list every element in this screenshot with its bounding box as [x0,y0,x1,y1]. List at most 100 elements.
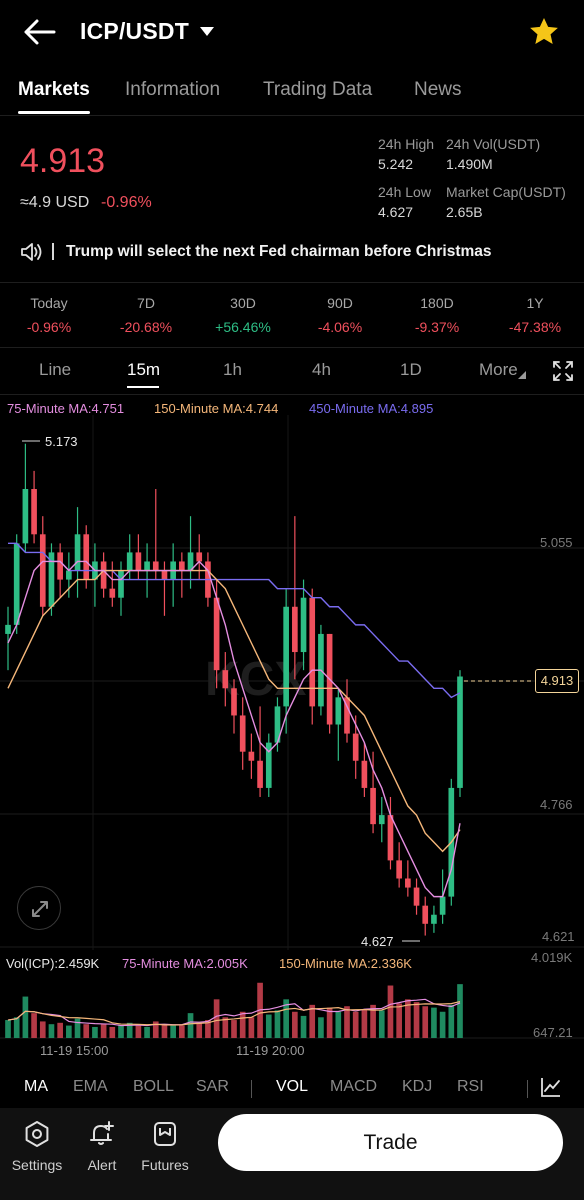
candlestick-chart[interactable]: KCX 5.173 4.627 [0,395,584,950]
volume-bar [231,1020,237,1038]
settings-button[interactable]: Settings [5,1120,69,1173]
period-label: 180D [420,295,454,311]
period-value: -47.38% [508,319,562,335]
indicator-divider [527,1080,528,1098]
indicator-vol[interactable]: VOL [276,1078,308,1096]
indicator-boll[interactable]: BOLL [133,1078,174,1096]
indicator-rsi[interactable]: RSI [457,1078,484,1096]
interval-4h[interactable]: 4h [312,360,331,380]
volume-bar [22,996,29,1038]
period-value: -0.96% [26,319,72,335]
alert-label: Alert [87,1157,117,1173]
bell-plus-icon [90,1121,114,1145]
interval-tabs: Line 15m 1h 4h 1D More [0,349,584,395]
candle [239,697,246,770]
candle [170,543,176,607]
indicator-settings-icon[interactable] [540,1076,562,1098]
futures-button[interactable]: Futures [133,1120,197,1173]
top-tabs: Markets Information Trading Data News [0,64,584,116]
candle-body [231,688,237,716]
candle [422,896,429,936]
chevron-down-icon[interactable] [199,26,215,38]
volume-bar [413,1002,420,1038]
volume-bar [100,1024,107,1038]
volume-bar [326,1007,333,1038]
volume-bar [318,1017,324,1038]
tab-markets[interactable]: Markets [18,79,90,101]
indicator-ma[interactable]: MA [24,1078,48,1096]
chart-expand-button[interactable] [17,886,61,930]
candle [57,543,63,598]
alert-button[interactable]: Alert [70,1120,134,1173]
volume-bar [109,1026,116,1038]
stat-market-cap-label: Market Cap(USDT) [446,184,566,200]
candle-body [152,561,159,571]
candle-body [83,534,90,580]
candle [257,706,263,797]
candle-body [222,670,229,689]
candle [378,796,385,843]
candle [396,842,402,888]
candle [109,561,116,607]
fullscreen-icon[interactable] [552,360,574,382]
usd-approx-price: ≈4.9 USD [20,194,90,211]
volume-bar [361,1009,368,1038]
volume-chart[interactable] [0,950,584,1040]
indicator-macd[interactable]: MACD [330,1078,377,1096]
candle-body [109,588,116,598]
volume-bar [274,1010,281,1038]
candle-body [74,534,81,571]
volume-bar [213,999,220,1038]
stat-24h-vol-value: 1.490M [446,156,493,172]
candle-body [13,543,20,625]
period-value: -9.37% [414,319,460,335]
indicator-kdj[interactable]: KDJ [402,1078,432,1096]
volume-bar [239,1011,246,1038]
favorite-star-icon[interactable] [527,16,561,48]
indicator-sar[interactable]: SAR [196,1078,229,1096]
volume-bar [39,1021,46,1038]
volume-bar [92,1026,98,1038]
trade-button[interactable]: Trade [218,1114,563,1171]
period-90d: 90D -4.06% [295,295,385,335]
tab-information[interactable]: Information [125,79,220,101]
candle-body [22,489,29,544]
candle-body [161,570,168,580]
volume-bar [161,1024,168,1038]
candle [135,534,142,580]
candle [187,516,194,589]
candle-body [361,760,368,788]
candle-body [431,914,437,924]
volume-bar [439,1011,446,1038]
candle-body [387,815,394,861]
interval-15m[interactable]: 15m [127,360,160,380]
pair-title[interactable]: ICP/USDT [80,18,189,45]
interval-more[interactable]: More [479,360,518,380]
candle [309,588,316,725]
tab-news[interactable]: News [414,79,462,101]
stat-24h-low-label: 24h Low [378,184,431,200]
indicator-ema[interactable]: EMA [73,1078,108,1096]
high-marker-label: 5.173 [45,434,78,449]
candle-body [100,561,107,589]
interval-1d[interactable]: 1D [400,360,422,380]
active-tab-indicator [18,111,90,114]
volume-bar [13,1017,20,1038]
interval-line[interactable]: Line [39,360,71,380]
candle-body [57,552,63,580]
back-arrow-icon[interactable] [22,17,56,47]
candle-body [439,896,446,915]
volume-bar [387,985,394,1038]
period-label: 90D [327,295,353,311]
candle-body [405,878,411,888]
period-label: Today [30,295,68,311]
volume-bar [48,1024,55,1038]
volume-bar [74,1018,81,1038]
candle-body [378,815,385,825]
candle [457,670,463,797]
candle-body [300,597,307,653]
news-ticker[interactable]: Trump will select the next Fed chairman … [66,243,492,261]
tab-trading-data[interactable]: Trading Data [263,79,372,101]
interval-1h[interactable]: 1h [223,360,242,380]
candle [413,878,420,915]
